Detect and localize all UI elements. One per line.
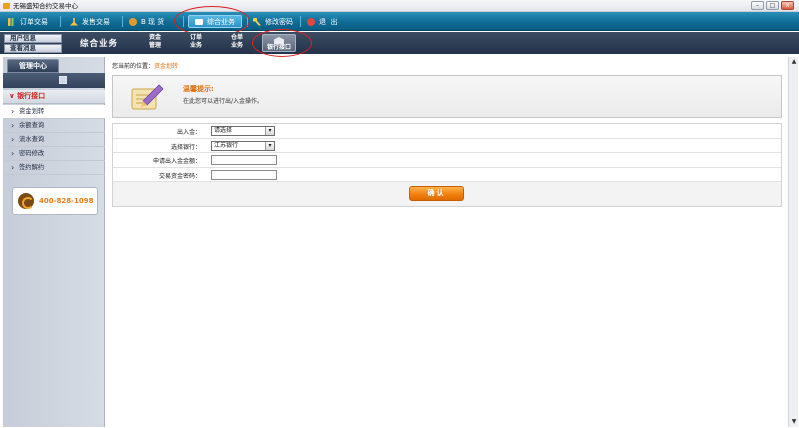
section-title: 综合业务 <box>80 39 119 49</box>
select-value: 江苏银行 <box>214 141 239 149</box>
form-label: 选择银行： <box>170 143 201 151</box>
menu-label: 修改密码 <box>265 17 293 26</box>
subnav-warehouse-business[interactable]: 仓单 业务 <box>225 34 249 52</box>
notice-title: 温馨提示: <box>183 85 214 93</box>
bank-icon <box>274 37 284 44</box>
tab-user-info[interactable]: 用户信息 <box>4 34 62 43</box>
sidebar-group-label: 银行接口 <box>17 92 46 100</box>
menu-divider <box>122 16 123 27</box>
maximize-button[interactable]: □ <box>766 1 779 10</box>
form-label: 交易资金密码： <box>158 172 201 180</box>
phone-icon <box>18 193 34 209</box>
account-tabs: 用户信息 查看消息 <box>4 34 62 54</box>
menu-divider <box>247 16 248 27</box>
scroll-up-icon[interactable]: ▲ <box>790 58 798 66</box>
hotline-number: 400-828-1098 <box>39 197 94 205</box>
breadcrumb-current[interactable]: 资金划转 <box>154 63 178 70</box>
sidebar: 管理中心 ∨ 银行接口 资金划转 余额查询 流水查询 密码修改 签约解约 400… <box>3 57 105 427</box>
key-icon <box>253 17 261 26</box>
form-row-bank: 选择银行： 江苏银行 ▾ <box>113 138 781 153</box>
sidebar-item-fund-transfer[interactable]: 资金划转 <box>3 105 105 119</box>
sidebar-items: 资金划转 余额查询 流水查询 密码修改 签约解约 <box>3 105 105 175</box>
subnav-label-line2: 业务 <box>189 42 202 49</box>
menu-logout[interactable]: 退 出 <box>307 15 337 28</box>
tool-icon <box>70 17 78 26</box>
coin-icon <box>129 17 137 26</box>
sidebar-item-balance-query[interactable]: 余额查询 <box>3 119 105 133</box>
menu-divider <box>183 16 184 27</box>
menu-order-trade[interactable]: 订单交易 <box>8 15 48 28</box>
fund-password-input[interactable] <box>211 169 277 180</box>
main-menu-bar: 订单交易 发售交易 B 现 货 综合业务 修改密码 退 出 <box>0 12 799 31</box>
sub-nav-bar: 用户信息 查看消息 综合业务 资金 管理 订单 业务 仓单 业务 银行接口 <box>0 32 799 54</box>
menu-integrated-business[interactable]: 综合业务 <box>188 15 242 28</box>
subnav-label-line1: 订单 <box>189 34 202 41</box>
menu-change-password[interactable]: 修改密码 <box>253 15 293 28</box>
subnav-order-business[interactable]: 订单 业务 <box>184 34 208 52</box>
notepad-pen-icon <box>131 84 164 110</box>
card-icon <box>195 18 203 25</box>
notice-text: 在此您可以进行出/入金操作。 <box>183 98 264 105</box>
form-actions: 确认 <box>113 182 781 206</box>
scroll-down-icon[interactable]: ▼ <box>790 418 798 426</box>
subnav-label-line2: 管理 <box>148 42 161 49</box>
confirm-button[interactable]: 确认 <box>409 186 464 201</box>
sidebar-item-flow-query[interactable]: 流水查询 <box>3 133 105 147</box>
subnav-label-line1: 仓单 <box>230 34 243 41</box>
direction-select[interactable]: 请选择 ▾ <box>211 126 275 136</box>
form-row-password: 交易资金密码： <box>113 167 781 182</box>
form-label: 申请出入金金额： <box>152 158 201 165</box>
sidebar-item-password-change[interactable]: 密码修改 <box>3 147 105 161</box>
menu-divider <box>60 16 61 27</box>
chevron-down-icon[interactable]: ▾ <box>265 141 274 150</box>
notice-panel: 温馨提示: 在此您可以进行出/入金操作。 <box>112 75 782 118</box>
minimize-button[interactable]: – <box>751 1 764 10</box>
subnav-label: 银行接口 <box>266 44 291 51</box>
breadcrumb-prefix: 您当前的位置： <box>112 63 155 70</box>
form-label: 出入金： <box>176 129 201 136</box>
sidebar-toolbar <box>3 73 105 88</box>
menu-label: B 现 货 <box>141 17 165 26</box>
tab-view-messages[interactable]: 查看消息 <box>4 44 62 53</box>
transfer-form: 出入金： 请选择 ▾ 选择银行： 江苏银行 ▾ 申请出入金金额： 交易资金密码： <box>112 123 782 207</box>
main-content: 您当前的位置：资金划转 温馨提示: 在此您可以进行出/入金操作。 出入金： 请选… <box>106 57 788 427</box>
close-window-button[interactable]: × <box>781 1 794 10</box>
hotline-banner: 400-828-1098 <box>12 187 98 215</box>
amount-input[interactable] <box>211 155 277 165</box>
form-row-direction: 出入金： 请选择 ▾ <box>113 124 781 139</box>
menu-label: 综合业务 <box>207 17 235 26</box>
form-row-amount: 申请出入金金额： <box>113 153 781 168</box>
app-icon <box>3 3 10 9</box>
collapse-icon[interactable] <box>59 76 67 84</box>
menu-issue-trade[interactable]: 发售交易 <box>70 15 110 28</box>
subnav-bank-interface[interactable]: 银行接口 <box>262 34 296 52</box>
bank-select[interactable]: 江苏银行 ▾ <box>211 140 275 151</box>
vertical-scrollbar[interactable]: ▲ ▼ <box>788 57 798 427</box>
menu-label: 发售交易 <box>82 17 110 26</box>
sidebar-item-sign-unsign[interactable]: 签约解约 <box>3 161 105 175</box>
subnav-label-line1: 资金 <box>148 34 161 41</box>
subnav-label-line2: 业务 <box>230 42 243 49</box>
chevron-down-icon[interactable]: ▾ <box>265 127 274 135</box>
menu-divider <box>300 16 301 27</box>
window-title: 无锡盛知合约交易中心 <box>13 2 78 10</box>
sidebar-header[interactable]: 管理中心 <box>7 59 59 73</box>
window-titlebar: 无锡盛知合约交易中心 – □ × <box>0 0 799 12</box>
menu-label: 订单交易 <box>20 17 48 26</box>
chevron-down-icon: ∨ <box>9 92 18 100</box>
bar-chart-icon <box>8 17 16 26</box>
menu-spot-b[interactable]: B 现 货 <box>129 15 164 28</box>
subnav-fund-management[interactable]: 资金 管理 <box>143 34 167 52</box>
breadcrumb: 您当前的位置：资金划转 <box>112 61 178 70</box>
power-icon <box>307 17 315 26</box>
select-value: 请选择 <box>214 127 233 134</box>
menu-label: 退 出 <box>319 17 338 26</box>
sidebar-group-bank-interface[interactable]: ∨ 银行接口 <box>3 90 105 104</box>
